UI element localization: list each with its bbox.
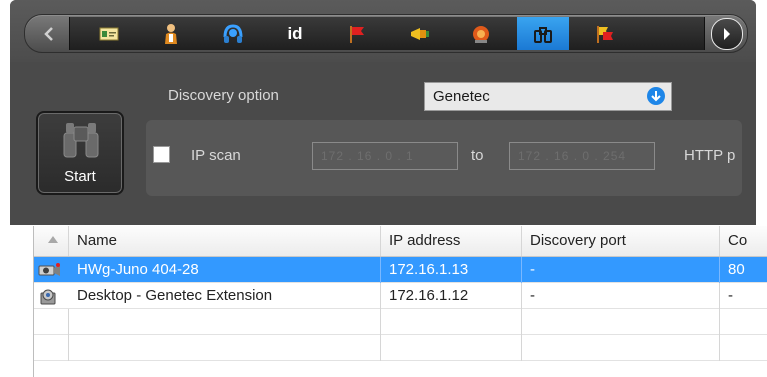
cell-name: HWg-Juno 404-28 [69,257,381,283]
cell-ip-address: 172.16.1.12 [381,283,522,309]
extension-icon [40,289,56,305]
toolbar-button-zones[interactable] [579,17,631,50]
headset-icon [223,23,243,43]
megaphone-icon [411,27,429,40]
binoculars-icon [63,123,99,158]
cell-co: - [728,287,733,304]
toolbar-button-alarms[interactable] [331,17,383,50]
cell-empty [69,309,381,335]
chevron-down-icon [647,87,665,105]
start-label: Start [64,168,96,185]
table-left-gutter [0,226,33,377]
cell-empty [381,335,522,361]
id-card-icon [99,27,119,40]
binoculars-icon [534,26,552,43]
table-row-empty [34,309,767,335]
toolbar-button-cards[interactable] [83,17,135,50]
cell-empty [34,335,69,361]
cell-empty [381,309,522,335]
cell-co: 80 [728,261,745,278]
flags-icon [597,25,613,43]
sort-column-header[interactable] [34,226,69,256]
toolbar-button-operators[interactable] [207,17,259,50]
table-row[interactable]: Desktop - Genetec Extension 172.16.1.12 … [34,283,767,309]
table-row-empty [34,335,767,361]
table-row[interactable]: HWg-Juno 404-28 172.16.1.13 - 80 [34,257,767,283]
toolbar-button-announcements[interactable] [393,17,445,50]
sort-ascending-icon [48,236,58,243]
discovered-units-table: Name IP address Discovery port Co HWg-Ju… [33,226,767,377]
ip-to-field[interactable]: 172 . 16 . 0 . 254 [509,142,655,170]
alarm-icon [473,25,489,43]
scroll-right-button[interactable] [711,18,743,50]
chevron-right-icon [724,28,730,40]
cell-empty [34,309,69,335]
flag-icon [350,25,364,43]
cell-discovery-port: - [522,257,720,283]
ip-from-field[interactable]: 172 . 16 . 0 . 1 [312,142,458,170]
toolbar-button-credentials[interactable]: id [269,17,321,50]
toolbar-button-cardholders[interactable] [145,17,197,50]
discovery-option-label: Discovery option [168,87,279,104]
ip-scan-label: IP scan [191,147,241,164]
toolbar-button-discovery[interactable] [517,17,569,50]
discovery-option-select[interactable]: Genetec [424,82,672,111]
scroll-left-button[interactable] [31,17,67,50]
toolbar: id [24,14,748,53]
column-header-ip-address[interactable]: IP address [381,226,522,256]
cell-empty [522,335,720,361]
to-label: to [471,147,484,164]
column-header-discovery-port[interactable]: Discovery port [522,226,720,256]
camera-icon [38,263,60,276]
id-icon: id [287,23,303,43]
http-port-label: HTTP p [684,147,736,164]
table-header: Name IP address Discovery port Co [34,226,767,257]
cell-ip-address: 172.16.1.13 [381,257,522,283]
discovery-option-value: Genetec [433,88,490,105]
ip-scan-checkbox[interactable] [153,146,170,163]
toolbar-button-events[interactable] [455,17,507,50]
person-icon [165,23,177,44]
cell-discovery-port: - [522,283,720,309]
column-header-co[interactable]: Co [720,226,767,256]
cell-name: Desktop - Genetec Extension [69,283,381,309]
cell-empty [69,335,381,361]
chevron-left-icon [44,26,53,41]
start-button[interactable]: Start [36,111,124,195]
column-header-name[interactable]: Name [69,226,381,256]
cell-empty [522,309,720,335]
app-frame: id Discovery option Genetec Start IP sca… [0,0,767,377]
